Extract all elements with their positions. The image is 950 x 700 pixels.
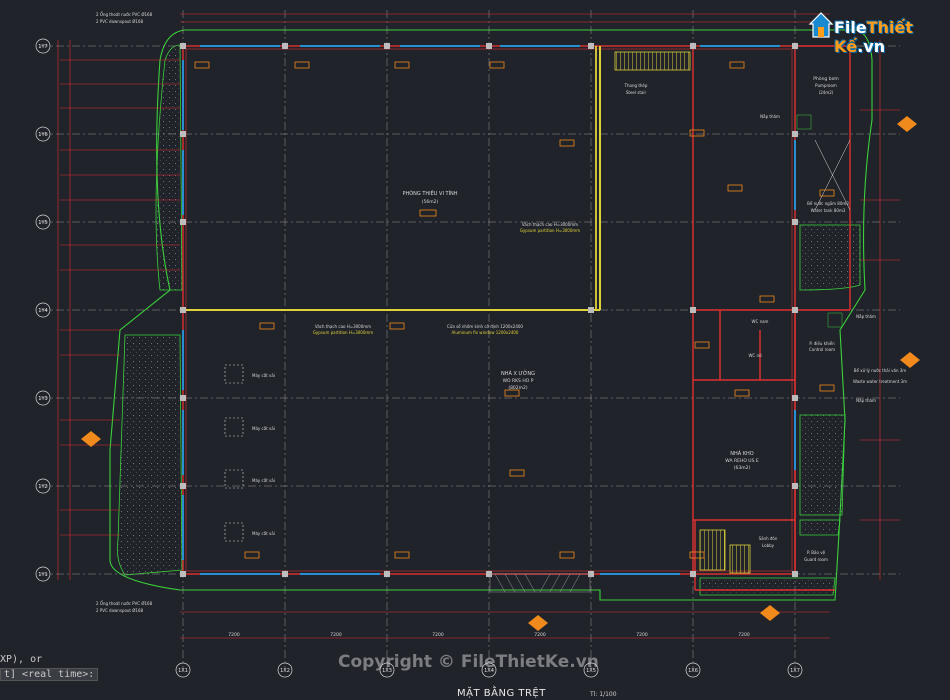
grid-row-label: 1Y3: [38, 396, 47, 402]
grid-col-label: 1X2: [280, 668, 290, 674]
drain-note: 2 PVC downspout Ø168: [96, 19, 144, 24]
room-area: (802m2): [508, 385, 528, 391]
landscape-boundary: [109, 29, 873, 601]
room-name: Nắp thăm: [856, 314, 876, 319]
drawing-scale: Tl: 1/100: [590, 691, 617, 698]
floor-plan-drawing: 1Y7 1Y6 1Y5 1Y4 1Y3 1Y2 1Y1 1X1 1X2 1X3 …: [35, 10, 920, 678]
partition-note: Gypsum partition H=3000mm: [313, 330, 373, 335]
machine-label: Máy cắt vải: [252, 531, 275, 536]
command-line-history: XP), or: [0, 654, 43, 665]
room-sub: Guard room: [804, 557, 828, 562]
exterior-walls: [182, 45, 851, 591]
dim-label: 7200: [228, 632, 240, 638]
machine-label: Máy cắt vải: [252, 478, 275, 483]
room-name: Bể nước ngầm 80m3: [807, 201, 849, 206]
room-area: (56m2): [422, 199, 439, 205]
room-sub: Water tank 80m3: [811, 208, 846, 213]
room-name: NHÀ KHO: [730, 450, 754, 457]
room-name: Phòng bơm: [813, 75, 838, 82]
room-sub: WA REHO US E: [725, 458, 759, 464]
room-name: WC nữ: [748, 353, 762, 358]
room-sub: Control room: [809, 347, 835, 352]
room-name: WC nam: [752, 319, 769, 324]
grid-row-label: 1Y5: [38, 220, 47, 226]
grid-row-label: 1Y1: [38, 572, 47, 578]
window-note: Aluminum fix window 1200x2400: [452, 330, 519, 335]
machine-label: Máy cắt vải: [252, 426, 275, 431]
room-area: (24m2): [819, 90, 834, 95]
steel-stair: [614, 51, 691, 71]
pump-room-shafts: [796, 114, 851, 328]
drain-note: 2 PVC downspout Ø168: [96, 608, 144, 613]
planters: [116, 44, 861, 596]
copyright-watermark: Copyright © FileThietKe.vn: [338, 652, 599, 672]
room-name: PHÒNG THIÊU VI TÍNH: [402, 189, 457, 197]
room-name: P. điều khiển: [809, 341, 835, 346]
partition-note: Gypsum partition H=3000mm: [520, 228, 580, 233]
drain-note: 2 Ống thoát nước PVC Ø168: [96, 601, 153, 606]
grid-col-label: 1X6: [688, 668, 698, 674]
grid-row-label: 1Y2: [38, 484, 47, 490]
room-sub: Waste water treatment 3m: [853, 379, 907, 384]
grid-row-label: 1Y4: [38, 308, 47, 314]
partition-note: Vách thạch cao H=3000mm: [522, 222, 578, 227]
entrance-grille: [489, 573, 591, 593]
grid-col-label: 1X1: [178, 668, 188, 674]
house-logo-icon: [808, 12, 834, 38]
grid-row-label: 1Y6: [38, 132, 47, 138]
dim-label: 7200: [738, 632, 750, 638]
room-name: NHÀ X ƯỞNG: [501, 369, 535, 377]
machine-label: Máy cắt vải: [252, 373, 275, 378]
grid-col-label: 1X7: [790, 668, 800, 674]
drawing-title: MẶT BẰNG TRỆT: [457, 688, 546, 699]
brand-logo: FileThiết Kế.vn: [808, 10, 938, 56]
window-note: Cửa sổ nhôm kính cố định 1200x2400: [447, 324, 523, 329]
lobby-stair: [699, 529, 751, 574]
room-name: Nắp thăm: [856, 398, 876, 403]
dim-label: 7200: [432, 632, 444, 638]
room-area: (63m2): [734, 465, 751, 471]
machine-boxes: [224, 364, 244, 542]
room-sub: Pumproom: [815, 83, 837, 88]
room-sub: Steel stair: [626, 90, 647, 95]
room-name: P. Bảo vệ: [807, 550, 826, 555]
room-sub: WO RKS HO P: [503, 378, 534, 384]
room-name: Sảnh đón: [759, 536, 778, 541]
dim-label: 7200: [330, 632, 342, 638]
dim-label: 7200: [636, 632, 648, 638]
logo-text: FileThiết Kế.vn: [834, 18, 914, 56]
dim-label: 7200: [534, 632, 546, 638]
room-sub: Lobby: [762, 543, 775, 548]
room-name: Nắp thăm: [760, 114, 780, 119]
room-name: Bể xử lý nước thải văn 3m: [854, 368, 906, 373]
drain-note: 2 Ống thoát nước PVC Ø168: [96, 12, 153, 17]
partition-note: Vách thạch cao H=3000mm: [315, 324, 371, 329]
room-name: Thang thép: [624, 83, 648, 88]
grid-row-label: 1Y7: [38, 44, 47, 50]
command-line-input[interactable]: t] <real time>:: [0, 668, 99, 681]
